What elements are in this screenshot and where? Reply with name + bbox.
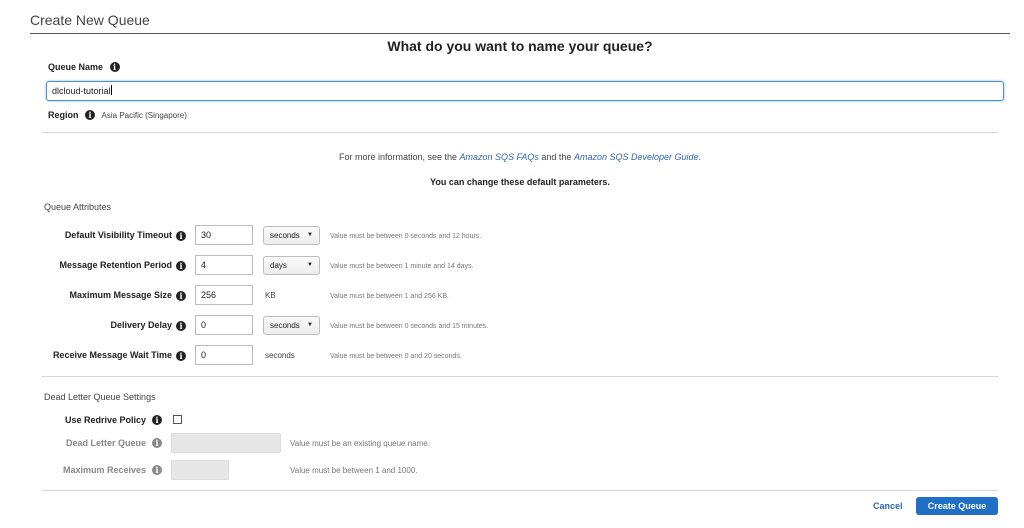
max-message-size-unit: KB [265,291,276,300]
section-divider [42,490,998,491]
chevron-down-icon: ▼ [307,232,313,238]
info-icon[interactable]: i [176,291,186,301]
dead-letter-section-label: Dead Letter Queue Settings [44,392,156,402]
max-receives-hint: Value must be between 1 and 1000. [290,466,418,475]
max-receives-input [171,460,229,480]
redrive-policy-label: Use Redrive Policy [64,415,146,425]
receive-wait-time-label: Receive Message Wait Time [52,350,172,360]
delivery-delay-hint: Value must be between 0 seconds and 15 m… [330,323,489,330]
delivery-delay-label: Delivery Delay [110,320,172,330]
create-queue-button[interactable]: Create Queue [916,497,998,515]
info-line-middle: and the [541,152,572,162]
retention-period-unit-value: days [270,261,287,270]
info-icon[interactable]: i [176,351,186,361]
max-receives-label: Maximum Receives [62,465,146,475]
dead-letter-queue-input [171,433,281,453]
max-message-size-label: Maximum Message Size [69,290,172,300]
retention-period-input[interactable]: 4 [195,255,253,275]
visibility-timeout-input[interactable]: 30 [195,225,253,245]
retention-period-hint: Value must be between 1 minute and 14 da… [330,263,474,270]
receive-wait-time-hint: Value must be between 0 and 20 seconds. [330,353,462,360]
info-icon[interactable]: i [152,438,162,448]
queue-attributes-section-label: Queue Attributes [44,202,112,212]
sqs-faqs-link[interactable]: Amazon SQS FAQs [460,152,539,162]
region-value: Asia Pacific (Singapore) [101,111,187,120]
dead-letter-queue-hint: Value must be an existing queue name. [290,439,430,448]
queue-name-heading: What do you want to name your queue? [387,38,653,54]
text-caret [110,85,112,95]
visibility-timeout-unit-value: seconds [270,231,300,240]
chevron-down-icon: ▼ [307,322,313,328]
receive-wait-time-input[interactable]: 0 [195,345,253,365]
receive-wait-time-unit: seconds [265,351,295,360]
chevron-down-icon: ▼ [307,262,313,268]
region-label: Region [48,110,79,120]
cancel-button[interactable]: Cancel [873,501,903,511]
info-icon[interactable]: i [152,415,162,425]
max-message-size-input[interactable]: 256 [195,285,253,305]
section-divider [42,132,998,133]
queue-name-label-group: Queue Name i [48,62,120,72]
dialog-title: Create New Queue [30,12,150,28]
queue-name-label: Queue Name [48,62,104,72]
redrive-policy-checkbox[interactable] [173,415,182,424]
info-icon[interactable]: i [176,321,186,331]
visibility-timeout-hint: Value must be between 0 seconds and 12 h… [330,233,482,240]
info-icon[interactable]: i [176,231,186,241]
delivery-delay-unit-select[interactable]: seconds ▼ [263,316,320,335]
info-icon[interactable]: i [109,62,120,72]
dead-letter-queue-label: Dead Letter Queue [65,438,146,448]
info-icon[interactable]: i [85,110,96,120]
visibility-timeout-label: Default Visibility Timeout [64,230,172,240]
queue-name-value: dlcloud-tutorial [52,86,111,96]
defaults-note: You can change these default parameters. [430,177,610,187]
queue-name-input[interactable]: dlcloud-tutorial [46,81,1004,101]
info-line: For more information, see the Amazon SQS… [30,152,1010,162]
region-label-group: Region i Asia Pacific (Singapore) [48,110,187,120]
info-line-prefix: For more information, see the [338,152,458,162]
info-icon[interactable]: i [152,465,162,475]
visibility-timeout-unit-select[interactable]: seconds ▼ [263,226,320,245]
info-icon[interactable]: i [176,261,186,271]
delivery-delay-unit-value: seconds [270,321,300,330]
delivery-delay-input[interactable]: 0 [195,315,253,335]
sqs-developer-guide-link[interactable]: Amazon SQS Developer Guide [574,152,699,162]
title-divider [30,33,1010,34]
max-message-size-hint: Value must be between 1 and 256 KB. [330,293,449,300]
info-line-suffix: . [698,152,702,162]
retention-period-unit-select[interactable]: days ▼ [263,256,320,275]
retention-period-label: Message Retention Period [59,260,172,270]
section-divider [42,376,998,377]
